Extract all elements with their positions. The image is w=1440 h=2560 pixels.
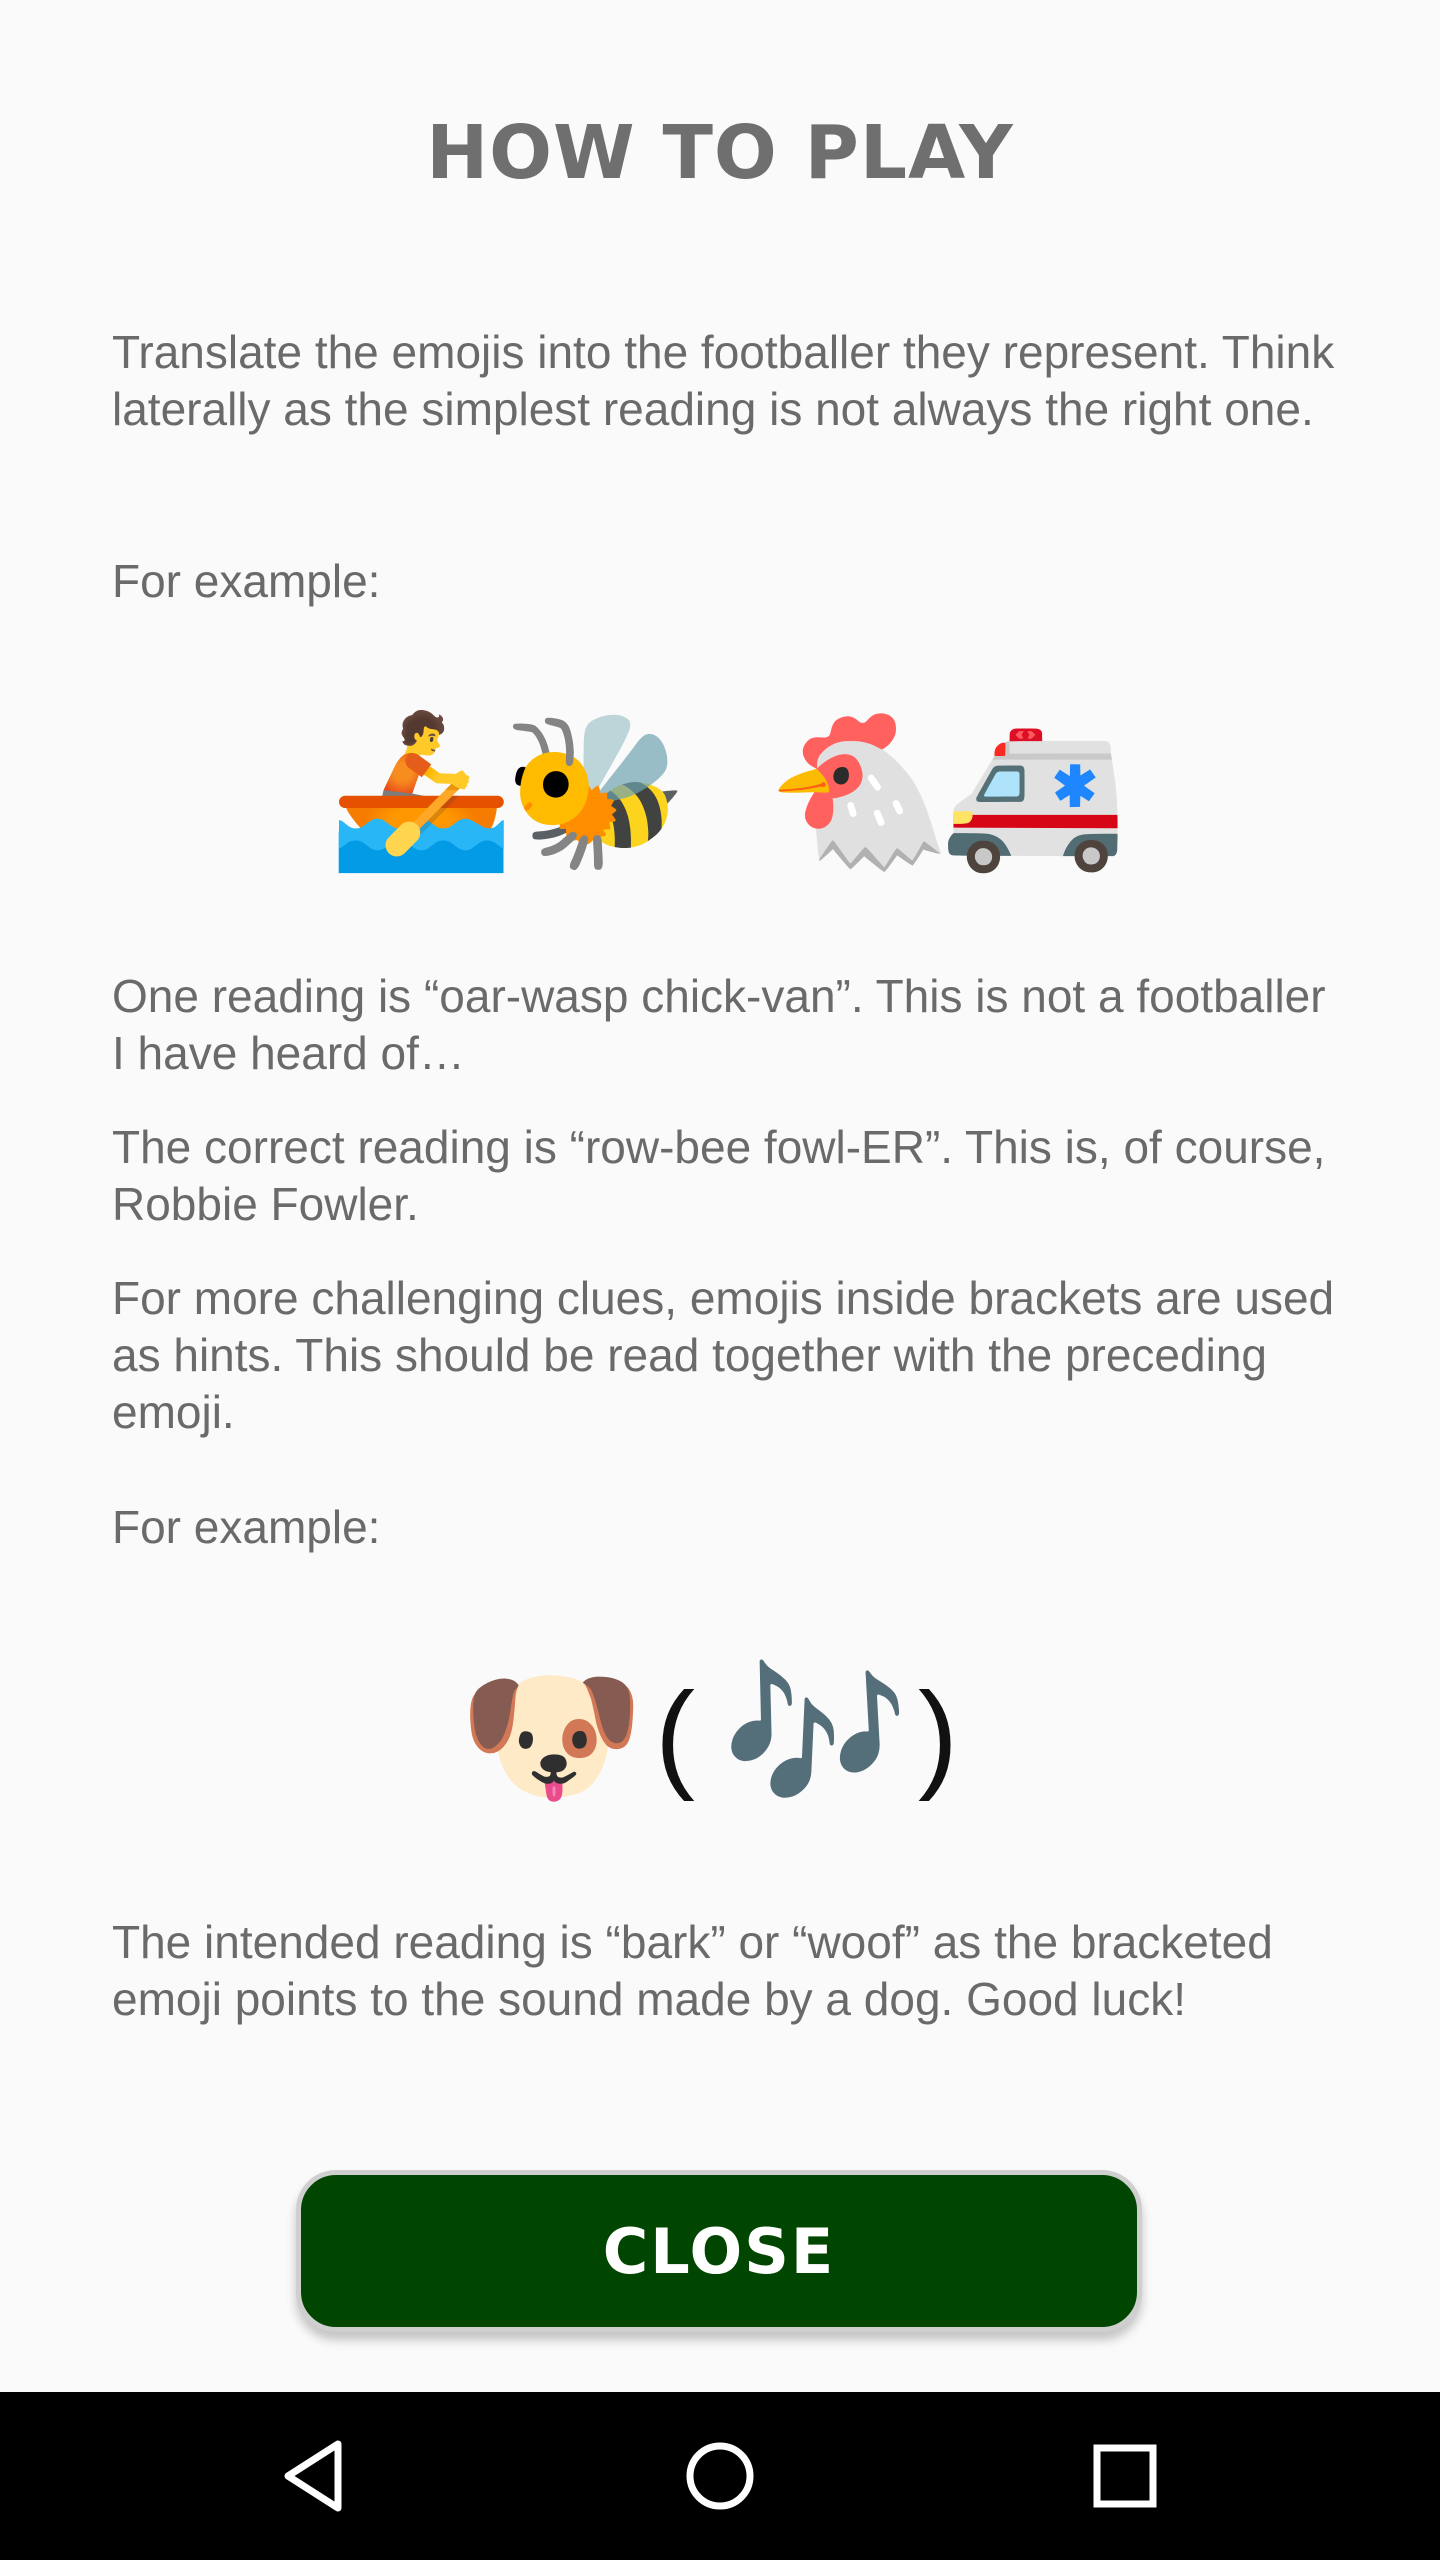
example-label-2: For example: <box>112 1501 381 1553</box>
example-label-1: For example: <box>112 555 381 607</box>
musical-notes-icon: 🎶 <box>722 1651 909 1819</box>
reading-correct-text: The correct reading is “row-bee fowl-ER”… <box>112 1121 1326 1230</box>
ambulance-icon: 🚑 <box>940 706 1127 874</box>
dialog-title: HOW TO PLAY <box>426 110 1014 196</box>
bee-icon: 🐝 <box>502 706 689 874</box>
intro-text: Translate the emojis into the footballer… <box>112 326 1335 435</box>
example-2-emojis: 🐶 ( 🎶 ) <box>0 1645 1440 1825</box>
brackets-explained-text: For more challenging clues, emojis insid… <box>112 1272 1335 1438</box>
dog-face-icon: 🐶 <box>458 1651 645 1819</box>
open-bracket: ( <box>655 1668 695 1802</box>
back-icon[interactable] <box>276 2436 356 2516</box>
close-button[interactable]: CLOSE <box>296 2170 1142 2332</box>
rowboat-icon: 🚣 <box>328 706 515 874</box>
chicken-icon: 🐔 <box>766 706 953 874</box>
example-1-emojis: 🚣 🐝 🐔 🚑 <box>0 700 1440 880</box>
system-navigation-bar <box>0 2392 1440 2560</box>
outro-text: The intended reading is “bark” or “woof”… <box>112 1916 1273 2025</box>
home-icon[interactable] <box>680 2436 760 2516</box>
close-bracket: ) <box>918 1668 958 1802</box>
reading-wrong-text: One reading is “oar-wasp chick-van”. Thi… <box>112 970 1326 1079</box>
recents-icon[interactable] <box>1085 2436 1165 2516</box>
